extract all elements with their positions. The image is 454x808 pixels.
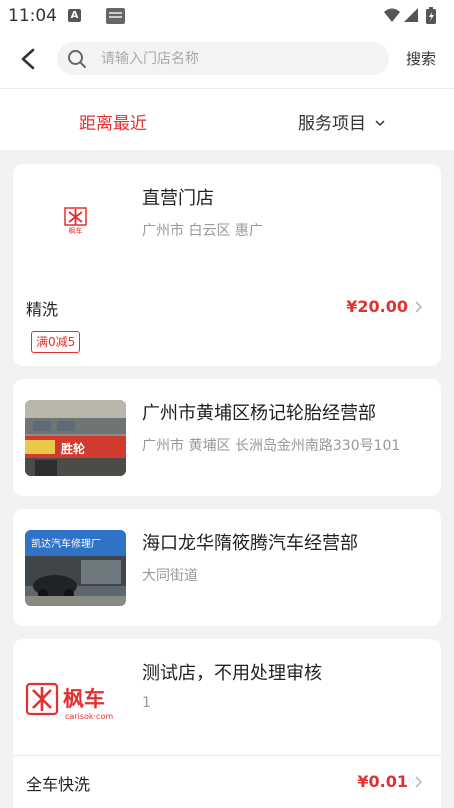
store-address: 大同街道 <box>142 568 198 584</box>
filter-service-dropdown[interactable]: 服务项目 <box>298 109 386 134</box>
status-time: 11:04 <box>8 6 57 26</box>
svg-text:枫车: 枫车 <box>69 226 83 235</box>
service-price: ¥20.00 <box>346 297 408 316</box>
store-address: 广州市 白云区 惠广 <box>142 223 263 239</box>
store-name: 直营门店 <box>142 188 214 209</box>
back-button[interactable] <box>14 44 44 74</box>
svg-text:carisok·com: carisok·com <box>65 712 113 721</box>
store-name: 广州市黄埔区杨记轮胎经营部 <box>142 403 376 424</box>
store-photo-image: 胜轮 <box>25 400 126 476</box>
store-logo: 枫车 carisok·com <box>25 663 126 739</box>
search-button[interactable]: 搜索 <box>406 48 436 69</box>
search-input[interactable] <box>101 42 381 75</box>
store-card[interactable]: 胜轮 广州市黄埔区杨记轮胎经营部 广州市 黄埔区 长洲岛金州南路330号101 <box>13 379 441 496</box>
svg-text:凯达汽车修理厂: 凯达汽车修理厂 <box>31 537 101 550</box>
service-price: ¥0.01 <box>357 772 408 791</box>
keyboard-icon <box>106 8 125 24</box>
service-name: 全车快洗 <box>26 775 91 794</box>
chevron-right-icon <box>415 301 423 313</box>
svg-text:胜轮: 胜轮 <box>61 441 86 456</box>
filter-nearest[interactable]: 距离最近 <box>79 109 147 134</box>
carisok-logo-icon: 枫车 carisok·com <box>25 682 113 721</box>
coupon-badge: 满0减5 <box>31 331 81 353</box>
store-address: 1 <box>142 695 151 711</box>
search-icon <box>67 49 87 73</box>
store-photo: 胜轮 <box>25 400 126 476</box>
status-bar: 11:04 A <box>0 0 454 32</box>
status-icons <box>382 6 446 30</box>
header-bar: 搜索 <box>0 32 454 88</box>
chevron-down-icon <box>375 119 385 126</box>
store-card[interactable]: 枫车 carisok·com 测试店，不用处理审核 1 全车快洗 ¥0.01 <box>13 639 441 808</box>
store-name: 测试店，不用处理审核 <box>142 663 322 684</box>
store-name: 海口龙华隋筱腾汽车经营部 <box>142 533 358 554</box>
divider <box>13 755 441 756</box>
store-logo: 枫车 <box>25 182 126 258</box>
back-arrow-icon <box>21 48 35 70</box>
wifi-signal-battery-icon <box>384 7 436 24</box>
store-address: 广州市 黄埔区 长洲岛金州南路330号101 <box>142 438 401 454</box>
store-photo-image: 凯达汽车修理厂 <box>25 530 126 606</box>
filter-service-label: 服务项目 <box>298 114 366 134</box>
svg-text:枫车: 枫车 <box>63 687 105 711</box>
chevron-right-icon <box>415 776 423 788</box>
service-name: 精洗 <box>26 300 59 319</box>
search-box[interactable] <box>57 42 389 75</box>
store-card[interactable]: 凯达汽车修理厂 海口龙华隋筱腾汽车经营部 大同街道 <box>13 509 441 626</box>
filter-bar: 距离最近 服务项目 <box>0 88 454 150</box>
notification-a-icon: A <box>68 9 81 22</box>
store-photo: 凯达汽车修理厂 <box>25 530 126 606</box>
store-card[interactable]: 枫车 直营门店 广州市 白云区 惠广 精洗 ¥20.00 满0减5 <box>13 164 441 366</box>
fengche-logo-icon: 枫车 <box>64 207 87 235</box>
